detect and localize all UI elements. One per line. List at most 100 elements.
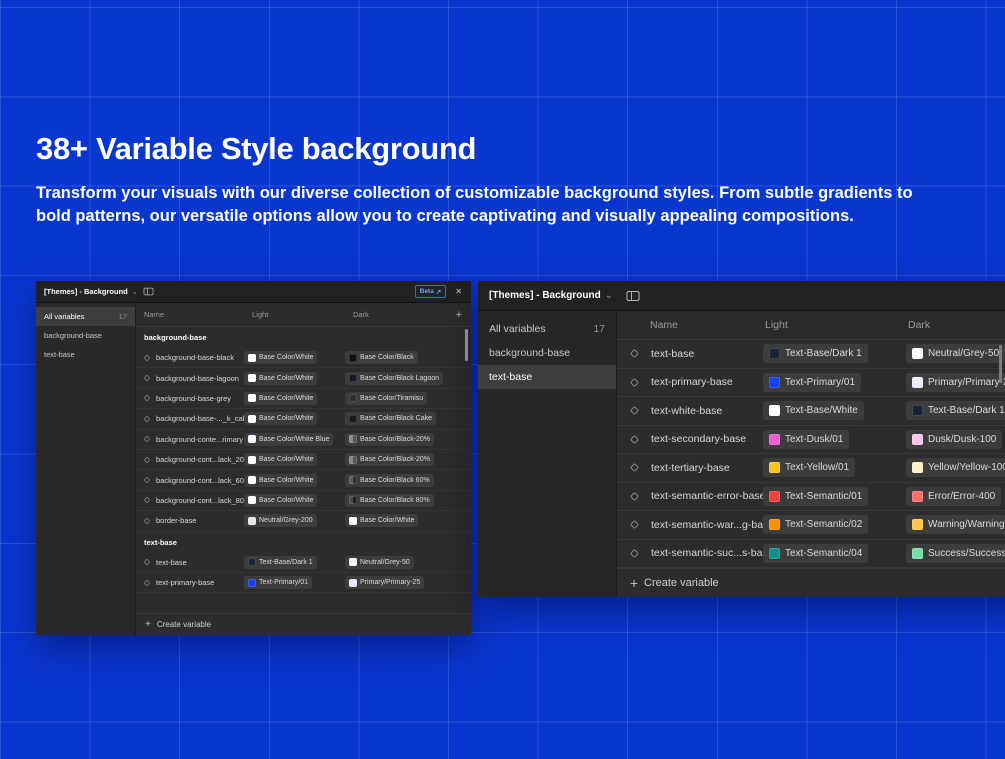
variable-row[interactable]: background-conte...rimaryBase Color/Whit… xyxy=(136,430,471,450)
variable-row[interactable]: text-baseText-Base/Dark 1Neutral/Grey-50 xyxy=(136,553,471,573)
dark-value-chip[interactable]: Text-Base/Dark 1 xyxy=(906,401,1005,420)
sidebar-item-label: text-base xyxy=(489,371,532,383)
dark-value-chip[interactable]: Base Color/Black-20% xyxy=(345,453,434,466)
light-value-chip[interactable]: Base Color/White xyxy=(244,412,317,425)
dark-value-chip[interactable]: Error/Error-400 xyxy=(906,487,1001,506)
light-value-chip[interactable]: Text-Yellow/01 xyxy=(763,458,855,477)
dark-value-chip[interactable]: Neutral/Grey-50 xyxy=(906,344,1005,363)
light-value-chip[interactable]: Base Color/White xyxy=(244,453,317,466)
sidebar-toggle-icon[interactable] xyxy=(143,287,154,296)
dark-value-chip[interactable]: Base Color/Black xyxy=(345,351,418,364)
close-icon[interactable]: ✕ xyxy=(455,287,462,296)
theme-selector-dropdown[interactable]: [Themes] - Background ⌄ xyxy=(478,290,617,301)
hero-section: 38+ Variable Style background Transform … xyxy=(36,131,961,228)
chip-label: Text-Base/Dark 1 xyxy=(785,348,862,359)
light-value-chip[interactable]: Text-Base/Dark 1 xyxy=(763,344,868,363)
variable-row[interactable]: text-primary-baseText-Primary/01 Primary/… xyxy=(136,573,471,593)
variable-row[interactable]: background-base-blackBase Color/WhiteBas… xyxy=(136,348,471,368)
variable-icon xyxy=(143,354,156,362)
light-value-chip[interactable]: Text-Dusk/01 xyxy=(763,430,849,449)
color-swatch xyxy=(349,354,357,362)
light-value-chip[interactable]: Base Color/White xyxy=(244,494,317,507)
light-value-chip[interactable]: Neutral/Grey-200 xyxy=(244,514,317,527)
create-variable-button[interactable]: + Create variable xyxy=(617,568,1005,597)
light-value-chip[interactable]: Text-Base/Dark 1 xyxy=(244,556,317,569)
variable-row[interactable]: background-cont...lack_80Base Color/Whit… xyxy=(136,491,471,511)
sidebar-item-text-base[interactable]: text-base xyxy=(36,345,135,364)
dark-value-chip[interactable]: Base Color/Black-20% xyxy=(345,433,434,446)
dark-value-chip[interactable]: Dusk/Dusk-100 xyxy=(906,430,1002,449)
dark-value-chip[interactable]: Neutral/Grey-50 xyxy=(345,556,414,569)
variable-icon xyxy=(143,394,156,402)
variable-name: text-primary-base xyxy=(156,578,244,587)
color-swatch xyxy=(248,496,256,504)
variable-row[interactable]: text-baseText-Base/Dark 1Neutral/Grey-50 xyxy=(617,340,1005,369)
light-value-chip[interactable]: Base Color/White xyxy=(244,392,317,405)
light-value-chip[interactable]: Base Color/White xyxy=(244,351,317,364)
sidebar-toggle-icon[interactable] xyxy=(626,290,640,302)
sidebar-item-all-variables[interactable]: All variables 17 xyxy=(36,307,135,326)
variable-icon xyxy=(143,435,156,443)
variable-name: text-primary-base xyxy=(651,376,763,388)
variable-row[interactable]: background-base-lagoonBase Color/WhiteBa… xyxy=(136,368,471,388)
dark-value-chip[interactable]: Success/Success-300 xyxy=(906,544,1005,563)
sidebar-item-label: All variables xyxy=(44,312,84,321)
light-value-chip[interactable]: Base Color/White Blue xyxy=(244,433,333,446)
add-variable-icon[interactable]: + xyxy=(456,309,471,321)
chip-label: Error/Error-400 xyxy=(928,491,995,502)
dark-value-chip[interactable]: Base Color/White xyxy=(345,514,418,527)
light-value-chip[interactable]: Text-Semantic/01 xyxy=(763,487,868,506)
variable-row[interactable]: text-tertiary-baseText-Yellow/01Yellow/Y… xyxy=(617,454,1005,483)
variable-icon xyxy=(143,374,156,382)
variable-row[interactable]: background-base-..._k_cakeBase Color/Whi… xyxy=(136,409,471,429)
light-value-chip[interactable]: Text-Primary/01 xyxy=(763,373,861,392)
variable-row[interactable]: text-primary-baseText-Primary/01 Primary/… xyxy=(617,369,1005,398)
dark-value-chip[interactable]: Warning/Warning-300 xyxy=(906,515,1005,534)
column-name: Name xyxy=(650,319,765,331)
variable-row[interactable]: text-white-baseText-Base/WhiteText-Base/… xyxy=(617,397,1005,426)
color-swatch xyxy=(769,405,780,416)
variable-name: text-semantic-war...g-base xyxy=(651,519,763,531)
dark-value-chip[interactable]: Base Color/Black Cake xyxy=(345,412,436,425)
create-variable-button[interactable]: + Create variable xyxy=(136,613,471,635)
chip-label: Base Color/Black 60% xyxy=(360,477,430,484)
light-value-chip[interactable]: Text-Base/White xyxy=(763,401,864,420)
variable-row[interactable]: border-baseNeutral/Grey-200Base Color/Wh… xyxy=(136,511,471,531)
dark-value-chip[interactable]: Primary/Primary-25 xyxy=(345,576,424,589)
light-value-chip[interactable]: Text-Semantic/02 xyxy=(763,515,868,534)
dark-value-chip[interactable]: Base Color/Tiramisu xyxy=(345,392,427,405)
color-swatch xyxy=(248,456,256,464)
scrollbar[interactable] xyxy=(999,345,1002,383)
beta-badge[interactable]: Beta ↗ xyxy=(415,285,447,298)
scrollbar[interactable] xyxy=(465,329,468,361)
dark-value-chip[interactable]: Base Color/Black 80% xyxy=(345,494,434,507)
color-swatch xyxy=(349,415,357,423)
dark-value-chip[interactable]: Base Color/Black Lagoon xyxy=(345,372,443,385)
variable-row[interactable]: text-semantic-suc...s-baseText-Semantic/… xyxy=(617,540,1005,569)
light-value-chip[interactable]: Text-Semantic/04 xyxy=(763,544,868,563)
sidebar-item-background-base[interactable]: background-base xyxy=(36,326,135,345)
sidebar-item-background-base[interactable]: background-base xyxy=(478,341,616,365)
variable-row[interactable]: text-secondary-baseText-Dusk/01Dusk/Dusk… xyxy=(617,426,1005,455)
light-value-chip[interactable]: Text-Primary/01 xyxy=(244,576,312,589)
page: 38+ Variable Style background Transform … xyxy=(0,0,1005,759)
light-value-chip[interactable]: Base Color/White xyxy=(244,372,317,385)
color-swatch xyxy=(912,548,923,559)
dark-value-chip[interactable]: Yellow/Yellow-100 xyxy=(906,458,1005,477)
variable-row[interactable]: text-semantic-error-baseText-Semantic/01… xyxy=(617,483,1005,512)
light-value-chip[interactable]: Base Color/White xyxy=(244,474,317,487)
variable-row[interactable]: background-cont...lack_20Base Color/Whit… xyxy=(136,450,471,470)
sidebar-item-all-variables[interactable]: All variables17 xyxy=(478,317,616,341)
variable-row[interactable]: text-semantic-war...g-baseText-Semantic/… xyxy=(617,511,1005,540)
sidebar-item-count: 17 xyxy=(119,312,127,321)
sidebar-item-text-base[interactable]: text-base xyxy=(478,365,616,389)
variable-name: background-base-grey xyxy=(156,394,244,403)
theme-selector-dropdown[interactable]: [Themes] - Background ⌄ xyxy=(36,287,136,296)
color-swatch xyxy=(349,435,357,443)
chip-label: Base Color/White xyxy=(360,517,414,524)
dark-value-chip[interactable]: Base Color/Black 60% xyxy=(345,474,434,487)
chip-label: Text-Base/Dark 1 xyxy=(259,559,313,566)
variable-row[interactable]: background-base-greyBase Color/White Base… xyxy=(136,389,471,409)
dark-value-chip[interactable]: Primary/Primary-25 xyxy=(906,373,1005,392)
variable-row[interactable]: background-cont...lack_60Base Color/Whit… xyxy=(136,470,471,490)
